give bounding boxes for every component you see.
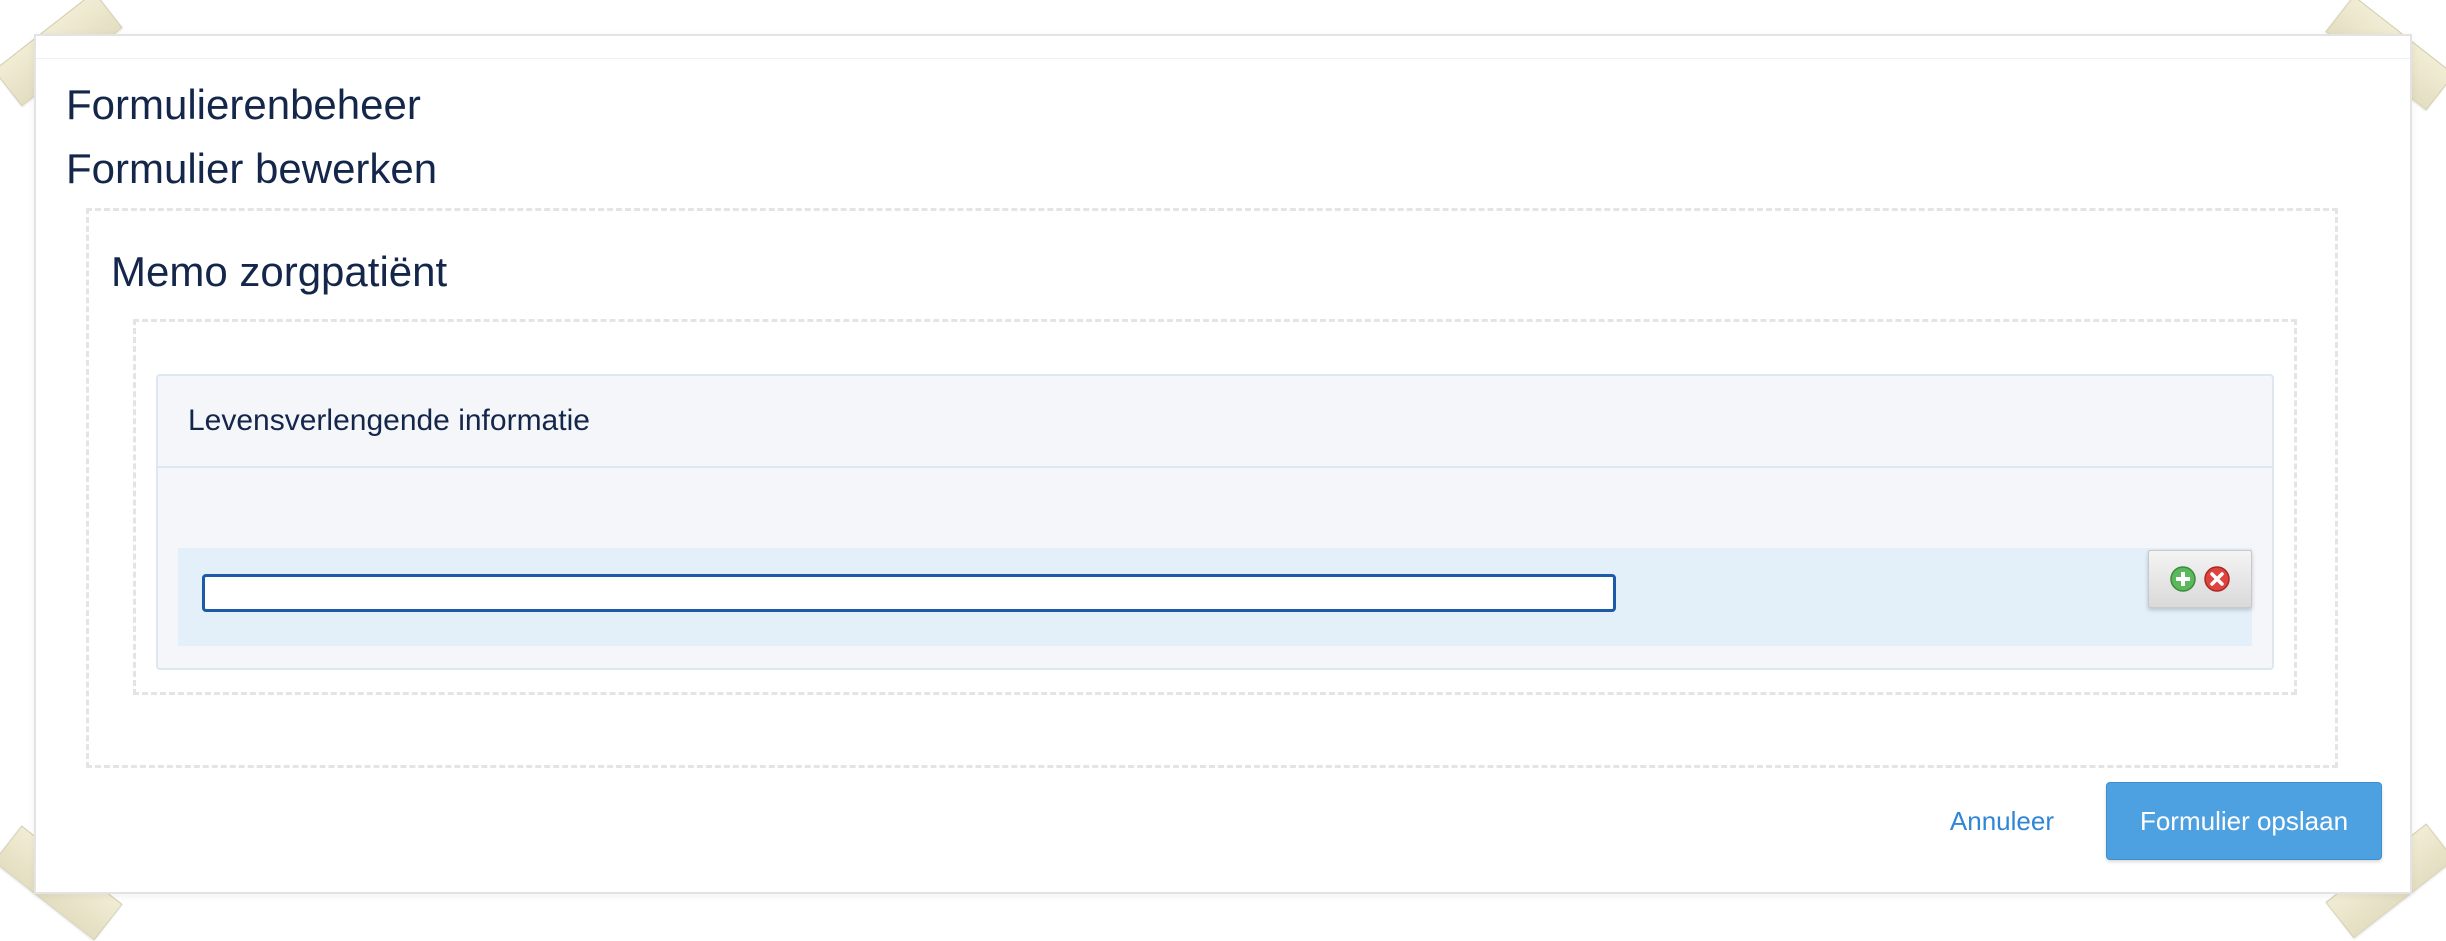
cancel-link[interactable]: Annuleer bbox=[1950, 806, 2054, 837]
field-panel-header: Levensverlengende informatie bbox=[158, 376, 2272, 468]
form-section: Memo zorgpatiënt Levensverlengende infor… bbox=[86, 208, 2338, 768]
form-actions: Annuleer Formulier opslaan bbox=[1950, 782, 2382, 860]
form-editor-card: Formulierenbeheer Formulier bewerken Mem… bbox=[34, 34, 2412, 894]
card-top-divider bbox=[36, 58, 2410, 59]
field-panel-title: Levensverlengende informatie bbox=[188, 404, 590, 437]
form-section-title: Memo zorgpatiënt bbox=[111, 248, 448, 295]
page-title: Formulierenbeheer bbox=[66, 81, 421, 128]
field-panel: Levensverlengende informatie bbox=[156, 374, 2274, 670]
page-subtitle: Formulier bewerken bbox=[66, 145, 438, 192]
row-action-group bbox=[2148, 550, 2252, 608]
save-form-button[interactable]: Formulier opslaan bbox=[2106, 782, 2382, 860]
x-circle-icon[interactable] bbox=[2202, 564, 2232, 594]
field-row bbox=[178, 548, 2252, 646]
life-extending-info-input[interactable] bbox=[202, 574, 1616, 612]
form-section-body: Levensverlengende informatie bbox=[133, 319, 2297, 695]
plus-circle-icon[interactable] bbox=[2168, 564, 2198, 594]
